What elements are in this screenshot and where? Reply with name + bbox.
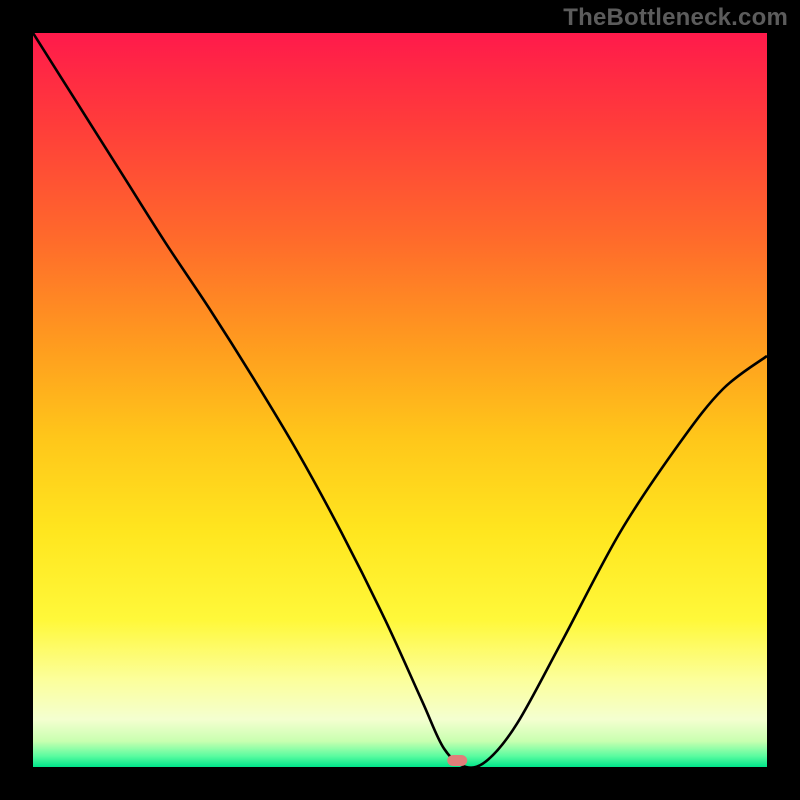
chart-svg [33, 33, 767, 767]
chart-frame: TheBottleneck.com [0, 0, 800, 800]
gradient-background [33, 33, 767, 767]
watermark-text: TheBottleneck.com [563, 4, 788, 32]
optimal-marker [447, 755, 467, 766]
bottleneck-chart [33, 33, 767, 767]
